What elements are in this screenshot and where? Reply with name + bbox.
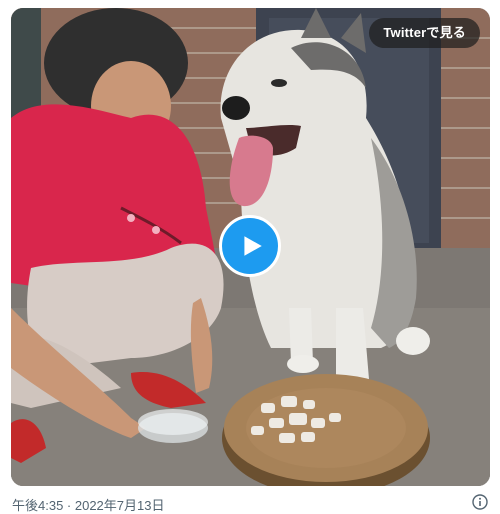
watch-on-twitter-button[interactable]: Twitterで見る	[369, 18, 480, 48]
play-icon	[244, 236, 262, 256]
play-button[interactable]	[219, 215, 281, 277]
info-button[interactable]	[472, 494, 488, 510]
watch-on-twitter-label: Twitterで見る	[383, 25, 466, 40]
tweet-embed: Twitterで見る 午後4:35 · 2022年7月13日	[0, 0, 500, 514]
tweet-timestamp[interactable]: 午後4:35 · 2022年7月13日	[12, 495, 164, 514]
video-player[interactable]: Twitterで見る	[11, 8, 490, 486]
info-icon	[472, 494, 488, 510]
